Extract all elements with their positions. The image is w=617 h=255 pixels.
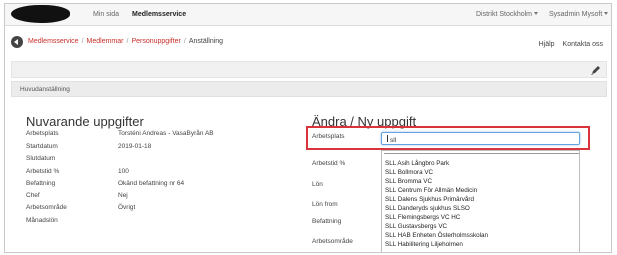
workplace-search-input[interactable]: sll bbox=[381, 132, 580, 145]
suggestion-option[interactable]: SLL Habilitering Liljeholmen bbox=[385, 241, 463, 248]
top-navbar: Min sida Medlemsservice Distrikt Stockho… bbox=[5, 4, 611, 26]
info-value: Övrigt bbox=[118, 204, 136, 211]
info-label: Arbetsplats bbox=[26, 130, 59, 137]
suggestion-option[interactable]: SLL Bollmora VC bbox=[385, 169, 433, 176]
district-label: Distrikt Stockholm bbox=[476, 11, 533, 18]
suggestion-option[interactable]: SLL Danderyds sjukhus SLSO bbox=[385, 205, 470, 212]
suggestion-option[interactable]: SLL HAB Enheten Österholmsskolan bbox=[385, 232, 488, 239]
suggestion-option[interactable]: SLL Bromma VC bbox=[385, 178, 432, 185]
section-header: Huvudanställning bbox=[11, 81, 607, 97]
position-label: Befattning bbox=[312, 218, 342, 225]
info-label: Arbetsområde bbox=[26, 204, 67, 211]
pencil-icon[interactable] bbox=[590, 65, 602, 76]
help-links: Hjälp Kontakta oss bbox=[531, 41, 603, 48]
help-link[interactable]: Hjälp bbox=[539, 41, 555, 48]
info-row: Slutdatum bbox=[26, 155, 118, 162]
redacted-logo bbox=[11, 5, 70, 23]
app-window: Min sida Medlemsservice Distrikt Stockho… bbox=[4, 3, 612, 253]
info-row: Startdatum 2019-01-18 bbox=[26, 143, 151, 150]
current-details-heading: Nuvarande uppgifter bbox=[26, 114, 144, 129]
info-value: 2019-01-18 bbox=[118, 143, 152, 150]
info-row: Arbetsplats Torsténi Andreas - VasaByrån … bbox=[26, 130, 214, 137]
breadcrumb-separator: / bbox=[183, 38, 186, 45]
suggestion-option[interactable]: SLL Asih Långbro Park bbox=[385, 160, 449, 167]
suggestion-option[interactable]: SLL Dalens Sjukhus Primärvård bbox=[385, 196, 474, 203]
info-label: Befattning bbox=[26, 180, 56, 187]
info-row: Arbetsområde Övrigt bbox=[26, 204, 135, 211]
breadcrumb-item[interactable]: Personuppgifter bbox=[131, 38, 180, 45]
chevron-down-icon bbox=[534, 12, 539, 15]
workplace-label: Arbetsplats bbox=[312, 133, 345, 140]
breadcrumb-separator: / bbox=[81, 38, 84, 45]
toolbar bbox=[11, 61, 607, 78]
list-divider bbox=[384, 151, 579, 154]
user-menu[interactable]: Sysadmin Mysoft bbox=[549, 11, 609, 18]
workplace-suggestions-list[interactable]: SLL Asih Långbro Park SLL Bollmora VC SL… bbox=[381, 150, 580, 252]
breadcrumb-bar: Medlemsservice / Medlemmar / Personuppgifter… bbox=[5, 31, 611, 57]
info-value: 100 bbox=[118, 168, 129, 175]
suggestion-option[interactable]: SLL Centrum För Allmän Medicin bbox=[385, 187, 477, 194]
suggestion-option[interactable]: SLL Flemingsbergs VC HC bbox=[385, 214, 460, 221]
info-label: Månadslön bbox=[26, 217, 58, 224]
info-row: Befattning Okänd befattning nr 64 bbox=[26, 180, 184, 187]
info-value: Nej bbox=[118, 192, 128, 199]
breadcrumb-item[interactable]: Medlemmar bbox=[87, 38, 124, 45]
info-label: Arbetstid % bbox=[26, 168, 60, 175]
text-cursor bbox=[387, 135, 388, 142]
salary-label: Lön bbox=[312, 181, 323, 188]
section-title: Huvudanställning bbox=[20, 86, 70, 93]
breadcrumb-current: Anställning bbox=[188, 38, 224, 45]
info-value: Okänd befattning nr 64 bbox=[118, 180, 185, 187]
breadcrumb-item[interactable]: Medlemsservice bbox=[28, 38, 79, 45]
breadcrumb-separator: / bbox=[126, 38, 129, 45]
info-row: Månadslön bbox=[26, 217, 118, 224]
back-arrow-icon[interactable] bbox=[11, 36, 23, 48]
info-row: Chef Nej bbox=[26, 192, 128, 199]
nav-my-page[interactable]: Min sida bbox=[93, 11, 119, 18]
district-menu[interactable]: Distrikt Stockholm bbox=[476, 11, 539, 18]
info-row: Arbetstid % 100 bbox=[26, 168, 129, 175]
info-value: Torsténi Andreas - VasaByrån AB bbox=[118, 130, 214, 137]
salary-from-label: Lön from bbox=[312, 201, 338, 208]
contact-link[interactable]: Kontakta oss bbox=[563, 41, 603, 48]
user-label: Sysadmin Mysoft bbox=[549, 11, 603, 18]
area-label: Arbetsområde bbox=[312, 238, 353, 245]
chevron-down-icon bbox=[604, 12, 609, 15]
info-label: Slutdatum bbox=[26, 155, 56, 162]
hours-label: Arbetstid % bbox=[312, 160, 346, 167]
info-label: Startdatum bbox=[26, 143, 58, 150]
suggestion-option[interactable]: SLL Gustavsbergs VC bbox=[385, 223, 447, 230]
info-label: Chef bbox=[26, 192, 40, 199]
breadcrumb: Medlemsservice / Medlemmar / Personuppgifter… bbox=[28, 38, 223, 45]
workplace-input-value: sll bbox=[390, 137, 397, 144]
nav-member-service[interactable]: Medlemsservice bbox=[132, 11, 186, 18]
